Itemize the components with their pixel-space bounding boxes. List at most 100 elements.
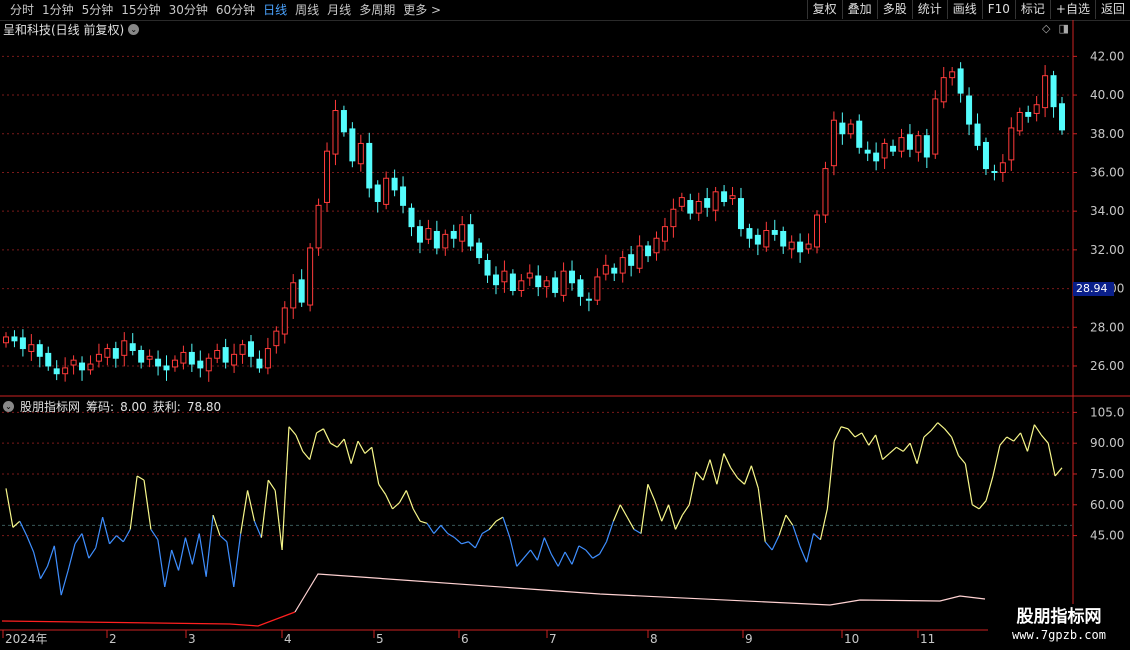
- candle-body: [95, 353, 102, 362]
- candle-body: [121, 340, 128, 356]
- profit-line-segment: [129, 475, 138, 530]
- candle-body: [70, 359, 77, 366]
- profit-line-segment: [640, 484, 649, 534]
- candle-body: [247, 341, 254, 357]
- candle-body: [62, 367, 69, 375]
- profit-line-segment: [958, 455, 966, 465]
- candle-body: [864, 149, 871, 154]
- candle-body: [205, 357, 212, 372]
- indicator-name: 股朋指标网: [20, 400, 81, 414]
- candle-body: [349, 128, 356, 162]
- candle-body: [459, 224, 466, 242]
- profit-line-segment: [468, 541, 476, 549]
- candle-body: [1008, 127, 1015, 161]
- profit-line-segment: [316, 428, 324, 434]
- profit-line-segment: [191, 533, 200, 565]
- candle-body: [273, 330, 280, 347]
- profit-line-segment: [371, 447, 380, 485]
- profit-line-segment: [88, 547, 97, 559]
- candle-body: [966, 95, 973, 125]
- candle-body: [239, 344, 246, 355]
- candle-body: [180, 351, 187, 364]
- price-axis-label: 38.00: [1090, 127, 1124, 141]
- candle-body: [577, 279, 584, 297]
- profit-line-segment: [799, 545, 808, 563]
- price-axis-label: 26.00: [1090, 359, 1124, 373]
- candle-body: [814, 214, 821, 248]
- profit-line-segment: [737, 477, 745, 485]
- candle-body: [188, 351, 195, 365]
- candle-body: [231, 353, 238, 366]
- profit-line-segment: [302, 451, 311, 460]
- candle-body: [940, 77, 947, 103]
- indicator-axis-label: 105.0: [1090, 405, 1124, 419]
- profit-line-segment: [109, 535, 117, 545]
- profit-line-segment: [771, 535, 780, 551]
- profit-line-segment: [350, 440, 359, 464]
- profit-line-segment: [647, 484, 656, 501]
- candle-body: [999, 162, 1006, 173]
- profit-line-segment: [716, 453, 725, 485]
- profit-line-segment: [219, 535, 228, 543]
- candle-body: [873, 152, 880, 162]
- profit-line-segment: [392, 502, 400, 510]
- indicator-title-row: ⌄ 股朋指标网 筹码: 8.00 获利: 78.80: [3, 398, 221, 415]
- profit-line-segment: [412, 508, 421, 522]
- profit-line-segment: [495, 516, 504, 522]
- profit-line-segment: [889, 446, 897, 454]
- candle-body: [281, 307, 288, 335]
- time-axis-label: 10: [844, 632, 859, 646]
- profit-line-segment: [440, 524, 449, 534]
- candle-body: [923, 135, 930, 158]
- profit-line-segment: [1026, 424, 1035, 452]
- candle-body: [332, 110, 339, 155]
- chevron-down-icon[interactable]: ⌄: [3, 401, 14, 412]
- candle-body: [19, 337, 26, 350]
- profit-line-segment: [854, 432, 863, 438]
- profit-line-segment: [826, 441, 835, 509]
- candle-body: [53, 368, 60, 375]
- candle-body: [585, 298, 592, 301]
- candle-body: [898, 137, 905, 152]
- candle-body: [560, 270, 567, 296]
- profit-line-segment: [454, 537, 462, 545]
- candle-body: [661, 226, 668, 242]
- profit-line-segment: [116, 535, 124, 543]
- time-axis-label: 9: [745, 632, 753, 646]
- profit-line-segment: [785, 514, 794, 526]
- candle-body: [433, 230, 440, 249]
- profit-line-segment: [992, 445, 1001, 477]
- candle-body: [383, 177, 390, 205]
- profit-line-segment: [46, 545, 55, 567]
- candle-body: [315, 204, 322, 249]
- profit-line-segment: [1006, 436, 1014, 442]
- time-axis-label: 11: [920, 632, 935, 646]
- candle-body: [822, 168, 829, 216]
- profit-line-segment: [536, 537, 545, 561]
- profit-line-segment: [33, 551, 42, 579]
- profit-line-segment: [813, 533, 821, 541]
- profit-line-segment: [550, 553, 559, 567]
- candle-body: [476, 242, 483, 259]
- profit-line-segment: [847, 428, 856, 438]
- profit-line-segment: [419, 520, 428, 524]
- profit-line-segment: [322, 428, 331, 444]
- candle-body: [788, 241, 795, 250]
- current-price-tag: 28.94: [1073, 282, 1114, 296]
- candle-body: [890, 145, 897, 152]
- chart-canvas[interactable]: 42.0040.0038.0036.0034.0032.0030.0028.00…: [0, 0, 1130, 650]
- profit-line-segment: [481, 528, 490, 535]
- profit-line-segment: [723, 453, 732, 469]
- indicator-axis-label: 75.00: [1090, 467, 1124, 481]
- candle-body: [1059, 103, 1065, 131]
- candle-body: [1033, 104, 1040, 114]
- profit-line-segment: [184, 537, 193, 565]
- candle-body: [543, 280, 550, 288]
- profit-line-segment: [433, 524, 442, 534]
- candle-body: [112, 348, 119, 359]
- profit-line-segment: [171, 549, 180, 571]
- time-axis-label: 4: [284, 632, 292, 646]
- candle-body: [366, 142, 373, 189]
- time-axis-label: 7: [549, 632, 557, 646]
- profit-line-segment: [571, 545, 580, 565]
